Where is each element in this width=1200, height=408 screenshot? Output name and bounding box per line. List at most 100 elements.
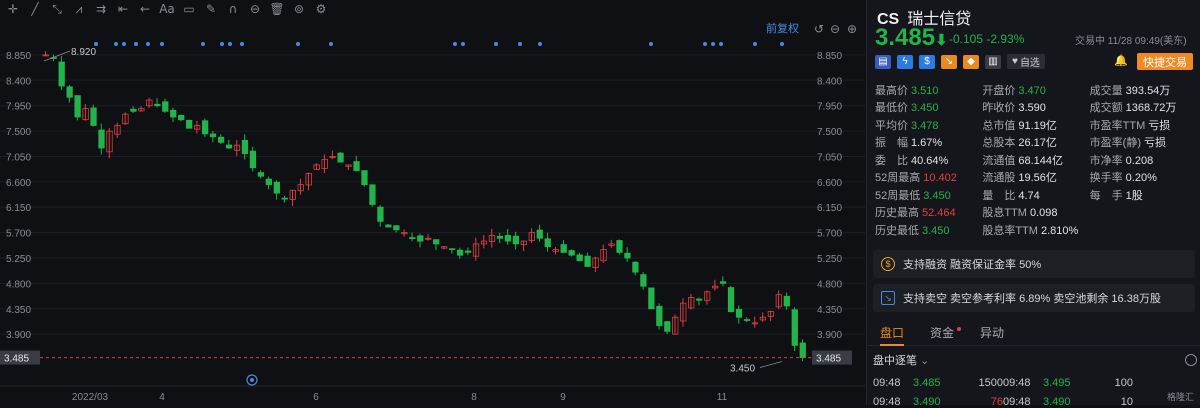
candle-body (456, 249, 464, 256)
event-marker (780, 42, 784, 46)
settings-icon[interactable]: ⚙ (310, 0, 332, 18)
watermark: 格隆汇 (1166, 392, 1194, 402)
last-price: 3.485⬇ (875, 24, 948, 51)
event-marker (296, 42, 300, 46)
candle-body (249, 150, 257, 169)
text-icon[interactable]: Aa (156, 0, 178, 18)
bell-icon[interactable]: 🔔 (1114, 54, 1128, 68)
ticks-title[interactable]: 盘中逐笔 ⌄ (873, 352, 929, 368)
current-price-label-left: 3.485 (4, 354, 29, 365)
x-tick-label: 6 (313, 392, 319, 403)
stat-item: 市盈率TTM 亏损 (1089, 119, 1171, 132)
stat-item: 历史最低 3.450 (875, 224, 950, 237)
tab-capital[interactable]: 资金 (917, 320, 967, 345)
y-tick-label-right: 7.500 (817, 127, 842, 138)
tab-orderbook[interactable]: 盘口 (867, 320, 917, 346)
eye-icon[interactable]: ⊖ (244, 0, 266, 18)
crosshair-icon[interactable]: ✛ (2, 0, 24, 18)
candlestick-chart[interactable]: 8.850 8.850 8.400 8.400 7.950 7.950 7.500 7.500… (0, 18, 866, 405)
event-marker (753, 42, 757, 46)
x-tick-label: 2022/03 (72, 392, 109, 403)
candle-body (201, 120, 209, 135)
tab-movement[interactable]: 异动 (967, 320, 1017, 345)
trend-icon[interactable]: ↘ (941, 54, 957, 69)
event-marker (453, 42, 457, 46)
detail-tabs: 盘口 资金 异动 (867, 320, 1200, 346)
y-tick-label-right: 5.250 (817, 254, 842, 265)
y-tick-label-left: 7.950 (6, 102, 31, 113)
polyline-icon[interactable]: ⩘ (68, 0, 90, 18)
candle-body (162, 101, 169, 112)
stat-item: 52周最低 3.450 (875, 189, 951, 202)
stats-row: 历史最低 3.450 股息率TTM 2.810% (875, 221, 1197, 239)
stat-item: 总股本 26.17亿 (982, 137, 1057, 150)
trash-icon[interactable]: 🗑 (266, 0, 288, 18)
tag-icon[interactable]: ◆ (963, 54, 979, 69)
candle-body (664, 321, 671, 332)
candle-body (504, 234, 512, 242)
market-icons: ▤ ϟ $ ↘ ◆ ▥ ♥ 自选 (875, 54, 1045, 69)
parallel-icon[interactable]: ⇉ (90, 0, 112, 18)
ray-icon[interactable]: ⤡ (46, 0, 68, 18)
short-card[interactable]: ↘ 支持卖空 卖空参考利率 6.89% 卖空池剩余 16.38万股 (873, 284, 1195, 312)
stat-item: 成交量 393.54万 (1089, 84, 1171, 97)
candle-body (496, 235, 504, 239)
document-icon[interactable]: ▥ (985, 54, 1001, 69)
candle-body (225, 144, 233, 149)
magnet-icon[interactable]: ∩ (222, 0, 244, 18)
chevron-down-icon: ⌄ (920, 355, 930, 367)
candle-body (735, 308, 743, 318)
flash-icon[interactable]: ϟ (897, 54, 913, 69)
pen-icon[interactable]: ✎ (200, 0, 222, 18)
stat-item: 市净率 0.208 (1089, 154, 1154, 167)
line-icon[interactable]: ╱ (24, 0, 46, 18)
candle-body (719, 281, 727, 284)
candle-body (799, 342, 806, 358)
stats-row: 委 比 40.64% 流通值 68.144亿 市净率 0.208 (875, 151, 1197, 169)
candle-body (409, 237, 416, 240)
stat-item (1090, 206, 1197, 218)
stat-item: 流通股 19.56亿 (982, 172, 1057, 185)
stat-item: 市盈率(静) 亏损 (1089, 137, 1166, 150)
y-tick-label-left: 4.350 (6, 305, 31, 316)
x-tick-label: 9 (560, 392, 566, 403)
stat-item: 每 手 1股 (1089, 189, 1143, 202)
dollar-circle-icon: $ (881, 257, 895, 271)
tick-cell: 09:48 (873, 396, 901, 408)
event-marker (146, 42, 150, 46)
tick-settings-icon[interactable] (1185, 354, 1197, 366)
stats-row: 平均价 3.478 总市值 91.19亿 市盈率TTM 亏损 (875, 116, 1197, 134)
measure-icon[interactable]: ⇤ (112, 0, 134, 18)
tick-cell: 09:48 (1003, 377, 1031, 389)
undo-icon: ↺ (814, 22, 824, 36)
stats-row: 52周最高 10.402 流通股 19.56亿 换手率 0.20% (875, 169, 1197, 187)
candle-body (281, 197, 288, 200)
y-tick-label-left: 6.150 (6, 203, 31, 214)
tick-cell: 3.495 (1043, 377, 1071, 389)
event-marker (134, 42, 138, 46)
candle-body (576, 254, 583, 262)
margin-card[interactable]: $ 支持融资 融资保证金率 50% (873, 250, 1195, 278)
rect-icon[interactable]: ▭ (178, 0, 200, 18)
y-tick-label-left: 7.050 (6, 152, 31, 163)
stat-item: 最高价 3.510 (875, 84, 939, 97)
dollar-icon[interactable]: $ (919, 54, 935, 69)
candle-body (337, 152, 344, 163)
y-tick-label-left: 5.700 (6, 229, 31, 240)
event-marker (201, 42, 205, 46)
quick-trade-button[interactable]: 快捷交易 (1137, 53, 1193, 70)
candle-body (727, 287, 735, 312)
tick-row: 09:48 3.485 1500 09:48 3.495 100 (873, 377, 1133, 389)
candle-body (90, 107, 97, 126)
candle-body (66, 86, 73, 98)
candle-body (170, 109, 177, 118)
tick-cell: 10 (1120, 396, 1133, 408)
stat-item: 流通值 68.144亿 (982, 154, 1063, 167)
event-marker (649, 42, 653, 46)
price-change: -0.105 -2.93% (949, 32, 1025, 46)
layers-icon[interactable]: ⊚ (288, 0, 310, 18)
arrow-left-icon[interactable]: ← (134, 0, 156, 18)
y-tick-label-left: 8.850 (6, 51, 31, 62)
watchlist-button[interactable]: ♥ 自选 (1007, 54, 1045, 69)
candle-body (560, 244, 567, 253)
